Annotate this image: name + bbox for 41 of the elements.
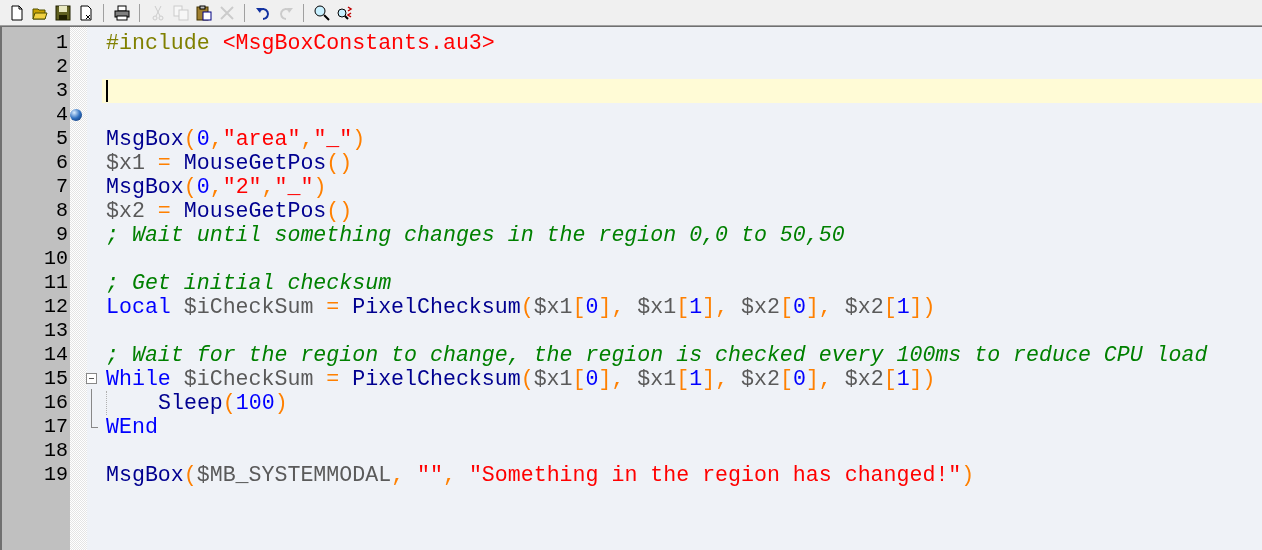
line-number: 1 bbox=[56, 31, 68, 54]
line-number: 9 bbox=[56, 223, 68, 246]
code-line: $x2 = MouseGetPos() bbox=[106, 199, 353, 223]
text-cursor bbox=[106, 80, 108, 102]
line-number: 15 bbox=[44, 367, 68, 390]
line-number: 16 bbox=[44, 391, 68, 414]
line-number: 7 bbox=[56, 175, 68, 198]
code-comment: ; Wait until something changes in the region 0,0 to 50,50 bbox=[106, 223, 845, 247]
document-icon[interactable] bbox=[8, 4, 25, 21]
line-number: 11 bbox=[44, 271, 68, 294]
code-line: MsgBox($MB_SYSTEMMODAL, "", "Something in the region has changed!") bbox=[106, 463, 975, 487]
code-line: $x1 = MouseGetPos() bbox=[106, 151, 353, 175]
code-line: #include <MsgBoxConstants.au3> bbox=[106, 31, 495, 55]
line-number: 17 bbox=[44, 415, 68, 438]
line-number: 19 bbox=[44, 463, 68, 486]
line-number: 14 bbox=[44, 343, 68, 366]
line-number: 4 bbox=[56, 103, 68, 126]
find-replace-icon[interactable] bbox=[336, 4, 353, 21]
line-number: 8 bbox=[56, 199, 68, 222]
printer-icon[interactable] bbox=[113, 4, 130, 21]
line-number: 3 bbox=[56, 79, 68, 102]
document-close-icon[interactable] bbox=[77, 4, 94, 21]
line-number: 12 bbox=[44, 295, 68, 318]
code-comment: ; Wait for the region to change, the region is checked every 100ms to reduce CPU load bbox=[106, 343, 1208, 367]
line-number: 6 bbox=[56, 151, 68, 174]
line-number: 18 bbox=[44, 439, 68, 462]
code-line: MsgBox(0,"2","_") bbox=[106, 175, 327, 199]
line-number: 10 bbox=[44, 247, 68, 270]
clipboard-icon[interactable] bbox=[195, 4, 212, 21]
code-comment: ; Get initial checksum bbox=[106, 271, 392, 295]
code-line: Local $iCheckSum = PixelChecksum($x1[0], $x1[1], $x2[0], $x2[1]) bbox=[106, 295, 936, 319]
code-line: Sleep(100) bbox=[158, 391, 288, 415]
line-number: 13 bbox=[44, 319, 68, 342]
line-number: 2 bbox=[56, 55, 68, 78]
bookmark-icon[interactable] bbox=[70, 109, 82, 121]
code-line: While $iCheckSum = PixelChecksum($x1[0], $x1[1], $x2[0], $x2[1]) bbox=[106, 367, 936, 391]
search-icon[interactable] bbox=[313, 4, 330, 21]
code-line: MsgBox(0,"area","_") bbox=[106, 127, 366, 151]
fold-toggle-icon[interactable] bbox=[86, 373, 97, 384]
line-number: 5 bbox=[56, 127, 68, 150]
code-line: WEnd bbox=[106, 415, 158, 439]
